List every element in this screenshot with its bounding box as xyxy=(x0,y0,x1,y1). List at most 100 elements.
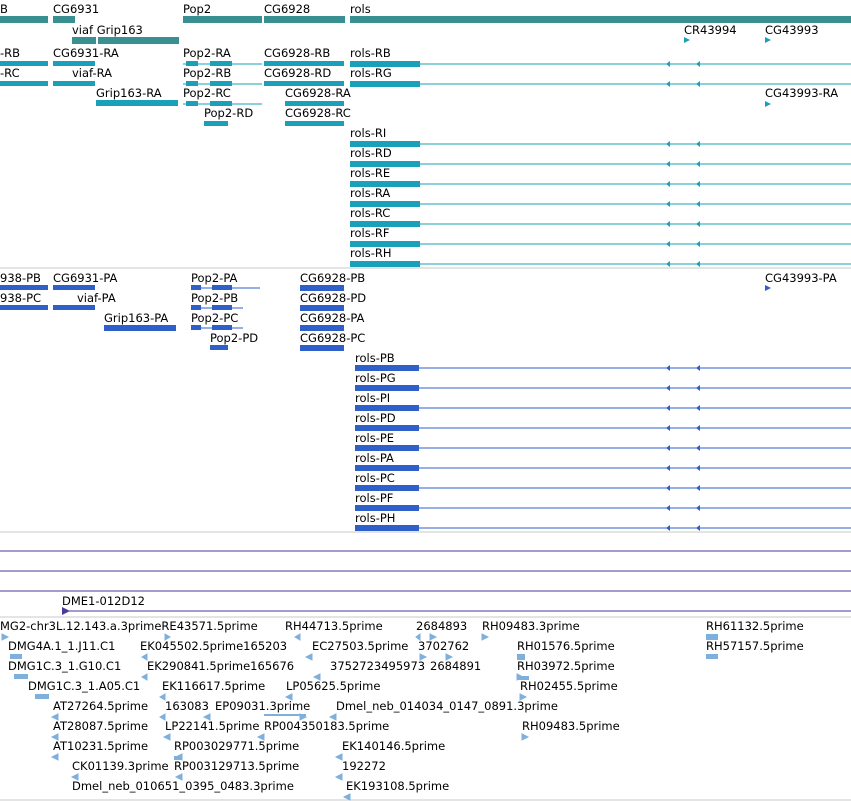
est-label[interactable]: MG2-chr3L.12.143.a.3primeRE43571.5prime xyxy=(0,619,258,633)
est-label[interactable]: RP003129713.5prime xyxy=(174,759,299,773)
gene-feature[interactable] xyxy=(72,37,96,44)
est-label[interactable]: RH57157.5prime xyxy=(706,639,804,653)
gene-feature[interactable] xyxy=(183,16,262,23)
transcript-label[interactable]: CG6931-PA xyxy=(53,271,118,285)
transcript-exon[interactable] xyxy=(186,101,198,106)
transcript-label-clipped[interactable]: 938-PB xyxy=(0,271,41,285)
est-label[interactable]: RP004350183.5prime xyxy=(264,719,389,733)
transcript-label[interactable]: rols-PG xyxy=(355,371,396,385)
est-label[interactable]: EK290841.5prime165676 xyxy=(147,659,294,673)
transcript-exon[interactable] xyxy=(96,100,178,106)
est-label[interactable]: DMG4A.1_1.J11.C1 xyxy=(8,639,115,653)
est-label[interactable]: EP09031.3prime xyxy=(215,699,310,713)
est-label[interactable]: DMG1C.3_1.G10.C1 xyxy=(8,659,121,673)
transcript-exon[interactable] xyxy=(53,81,95,86)
transcript-exon[interactable] xyxy=(210,345,228,350)
est-label[interactable]: EK140146.5prime xyxy=(342,739,445,753)
transcript-label-clipped[interactable]: -RB xyxy=(0,46,20,60)
gene-feature[interactable] xyxy=(765,37,771,43)
transcript-exon[interactable] xyxy=(765,285,771,291)
match-feature-start[interactable] xyxy=(62,607,70,615)
transcript-label[interactable]: rols-PD xyxy=(355,411,396,425)
est-label[interactable]: 192272 xyxy=(342,759,386,773)
transcript-label[interactable]: CG6928-RA xyxy=(285,86,351,100)
transcript-label[interactable]: rols-PA xyxy=(355,451,394,465)
est-label[interactable]: Dmel_neb_010651_0395_0483.3prime xyxy=(72,779,294,793)
transcript-label[interactable]: rols-RF xyxy=(350,226,389,240)
transcript-exon[interactable] xyxy=(285,121,344,126)
transcript-label[interactable]: Pop2-RB xyxy=(183,66,231,80)
transcript-label-clipped[interactable]: 938-PC xyxy=(0,291,41,305)
est-label[interactable]: 2684891 xyxy=(430,659,481,673)
est-label[interactable]: RH09483.5prime xyxy=(522,719,620,733)
transcript-label[interactable]: Grip163-RA xyxy=(96,86,162,100)
transcript-label[interactable]: CG6928-PB xyxy=(300,271,365,285)
transcript-exon[interactable] xyxy=(300,345,344,351)
transcript-exon[interactable] xyxy=(53,305,95,310)
transcript-label[interactable]: rols-PC xyxy=(355,471,395,485)
est-label[interactable]: 3752723495973 xyxy=(330,659,425,673)
est-label[interactable]: RH03972.5prime xyxy=(517,659,615,673)
transcript-label[interactable]: viaf-RA xyxy=(72,66,112,80)
est-label[interactable]: EK116617.5prime xyxy=(162,679,265,693)
est-label[interactable]: 3702762 xyxy=(418,639,469,653)
est-label[interactable]: EK193108.5prime xyxy=(346,779,449,793)
gene-label[interactable]: CG43993 xyxy=(765,23,819,37)
est-label[interactable]: AT27264.5prime xyxy=(53,699,148,713)
est-label[interactable]: LP05625.5prime xyxy=(286,679,380,693)
transcript-label[interactable]: rols-RC xyxy=(350,206,390,220)
est-label[interactable]: RH61132.5prime xyxy=(706,619,804,633)
transcript-label[interactable]: Grip163-PA xyxy=(104,311,168,325)
est-label[interactable]: DMG1C.3_1.A05.C1 xyxy=(28,679,140,693)
transcript-label-clipped[interactable]: -RC xyxy=(0,66,20,80)
transcript-exon[interactable] xyxy=(0,81,48,86)
match-label[interactable]: DME1-012D12 xyxy=(62,594,145,608)
transcript-label[interactable]: rols-RA xyxy=(350,186,390,200)
transcript-label[interactable]: CG6928-PD xyxy=(300,291,366,305)
transcript-label[interactable]: CG6928-PC xyxy=(300,331,365,345)
gene-feature[interactable] xyxy=(53,16,75,23)
transcript-exon[interactable] xyxy=(212,325,232,330)
gene-label[interactable]: rols xyxy=(350,2,371,16)
transcript-label[interactable]: CG6928-RB xyxy=(264,46,330,60)
transcript-exon[interactable] xyxy=(191,285,201,290)
est-label[interactable]: LP22141.5prime xyxy=(165,719,259,733)
gene-label[interactable]: CG6928 xyxy=(264,2,310,16)
transcript-label[interactable]: rols-PI xyxy=(355,391,390,405)
transcript-exon[interactable] xyxy=(212,285,232,290)
transcript-label[interactable]: CG6931-RA xyxy=(53,46,119,60)
transcript-label[interactable]: rols-RE xyxy=(350,166,390,180)
transcript-label[interactable]: Pop2-PD xyxy=(210,331,258,345)
transcript-label[interactable]: Pop2-PC xyxy=(191,311,238,325)
est-label[interactable]: EC27503.5prime xyxy=(312,639,408,653)
transcript-exon[interactable] xyxy=(0,305,48,310)
est-label[interactable]: CK01139.3prime xyxy=(72,759,169,773)
transcript-label[interactable]: rols-PH xyxy=(355,511,395,525)
transcript-label[interactable]: Pop2-RD xyxy=(204,106,253,120)
gene-feature[interactable] xyxy=(684,37,690,43)
transcript-label[interactable]: rols-RG xyxy=(350,66,392,80)
gene-label[interactable]: Pop2 xyxy=(183,2,211,16)
est-label[interactable]: EK045502.5prime165203 xyxy=(140,639,287,653)
gene-feature[interactable] xyxy=(264,16,345,23)
transcript-exon[interactable] xyxy=(355,525,419,531)
transcript-exon[interactable] xyxy=(104,325,176,331)
gene-label[interactable]: viaf Grip163 xyxy=(72,23,143,37)
transcript-label[interactable]: rols-RB xyxy=(350,46,391,60)
transcript-label[interactable]: rols-RI xyxy=(350,126,386,140)
transcript-label[interactable]: rols-RD xyxy=(350,146,392,160)
est-label[interactable]: RH01576.5prime xyxy=(517,639,615,653)
gene-label-clipped[interactable]: B xyxy=(0,2,8,16)
est-label[interactable]: AT28087.5prime xyxy=(53,719,148,733)
gene-label[interactable]: CG6931 xyxy=(53,2,99,16)
transcript-label[interactable]: Pop2-RC xyxy=(183,86,231,100)
transcript-label[interactable]: CG6928-RC xyxy=(285,106,351,120)
transcript-label[interactable]: CG43993-PA xyxy=(765,271,837,285)
est-label[interactable]: AT10231.5prime xyxy=(53,739,148,753)
genome-track-view[interactable]: B CG6931 viaf Grip163 Pop2 CG6928 rols C… xyxy=(0,0,851,801)
est-label[interactable]: RH09483.3prime xyxy=(482,619,580,633)
est-label[interactable]: RH02455.5prime xyxy=(520,679,618,693)
gene-label[interactable]: CR43994 xyxy=(684,23,737,37)
transcript-label[interactable]: rols-PB xyxy=(355,351,395,365)
transcript-label[interactable]: Pop2-PA xyxy=(191,271,238,285)
